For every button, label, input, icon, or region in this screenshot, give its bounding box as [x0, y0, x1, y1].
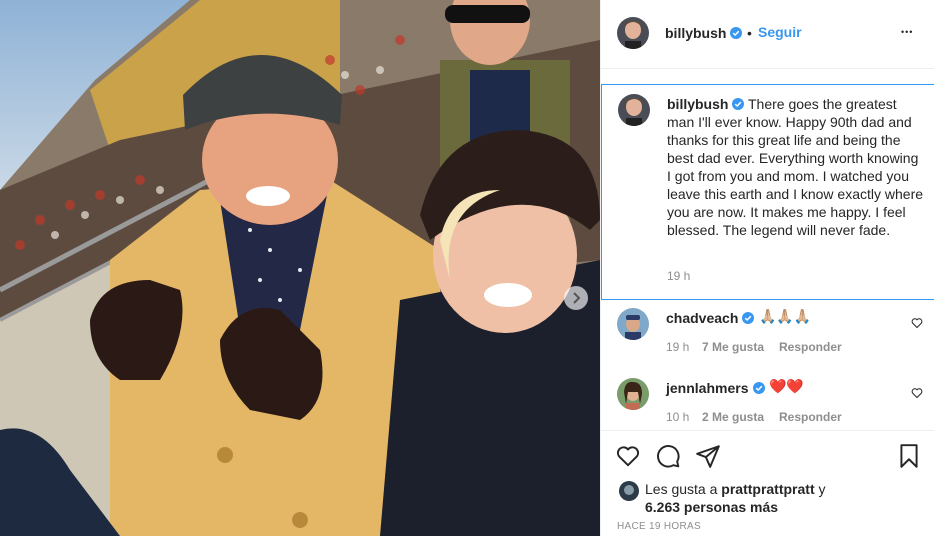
author-username[interactable]: billybush: [665, 25, 726, 41]
chevron-right-icon: [573, 292, 581, 304]
heart-icon[interactable]: [615, 443, 641, 469]
likes-prefix: Les gusta a: [645, 481, 718, 497]
caption-text: There goes the greatest man I'll ever kn…: [667, 96, 924, 238]
post-timestamp[interactable]: HACE 19 HORAS: [617, 521, 701, 532]
share-icon[interactable]: [695, 443, 721, 469]
verified-badge-icon: [732, 98, 745, 110]
likes-summary: Les gusta a prattprattpratt y 6.263 pers…: [645, 480, 826, 516]
likes-connector: y: [818, 481, 826, 497]
comment-like-icon[interactable]: [911, 387, 923, 399]
comment-username[interactable]: jennlahmers: [666, 380, 748, 396]
next-photo-button[interactable]: [564, 286, 588, 310]
post-side-panel: billybush • Seguir ••• billybush There g…: [600, 0, 934, 536]
more-options-icon[interactable]: •••: [901, 27, 913, 37]
liker-username[interactable]: prattprattpratt: [721, 481, 814, 497]
caption-username[interactable]: billybush: [667, 96, 728, 112]
caption-avatar[interactable]: [618, 94, 650, 126]
comment-avatar[interactable]: [617, 378, 649, 410]
verified-badge-icon: [742, 312, 754, 324]
verified-badge-icon: [753, 382, 765, 394]
comment-item: jennlahmers ❤️❤️ 10 h 2 Me gusta Respond…: [601, 370, 934, 430]
comment-reply-button[interactable]: Responder: [779, 410, 842, 424]
caption-time[interactable]: 19 h: [667, 269, 690, 283]
comment-text: 🙏🏼🙏🏼🙏🏼: [759, 308, 812, 324]
comment-text: ❤️❤️: [769, 378, 804, 394]
header-separator: •: [747, 25, 752, 41]
comment-icon[interactable]: [655, 443, 681, 469]
comment-item: chadveach 🙏🏼🙏🏼🙏🏼 19 h 7 Me gusta Respond…: [601, 300, 934, 365]
comment-like-icon[interactable]: [911, 317, 923, 329]
post-caption: billybush There goes the greatest man I'…: [601, 84, 934, 300]
author-avatar[interactable]: [617, 17, 649, 49]
comment-reply-button[interactable]: Responder: [779, 340, 842, 354]
liker-avatar[interactable]: [619, 481, 639, 501]
comment-time[interactable]: 10 h: [666, 410, 689, 424]
post-actions: Les gusta a prattprattpratt y 6.263 pers…: [601, 430, 934, 537]
follow-button[interactable]: Seguir: [758, 24, 802, 40]
comment-time[interactable]: 19 h: [666, 340, 689, 354]
comment-likes[interactable]: 7 Me gusta: [702, 340, 764, 354]
bookmark-icon[interactable]: [896, 443, 922, 469]
comment-avatar[interactable]: [617, 308, 649, 340]
caption-text-block: billybush There goes the greatest man I'…: [667, 95, 925, 239]
post-photo[interactable]: [0, 0, 600, 536]
photo-illustration: [0, 0, 600, 536]
likes-count[interactable]: 6.263 personas más: [645, 499, 778, 515]
post-header: billybush • Seguir •••: [601, 0, 934, 69]
verified-badge-icon: [730, 27, 742, 39]
comment-likes[interactable]: 2 Me gusta: [702, 410, 764, 424]
comment-username[interactable]: chadveach: [666, 310, 738, 326]
